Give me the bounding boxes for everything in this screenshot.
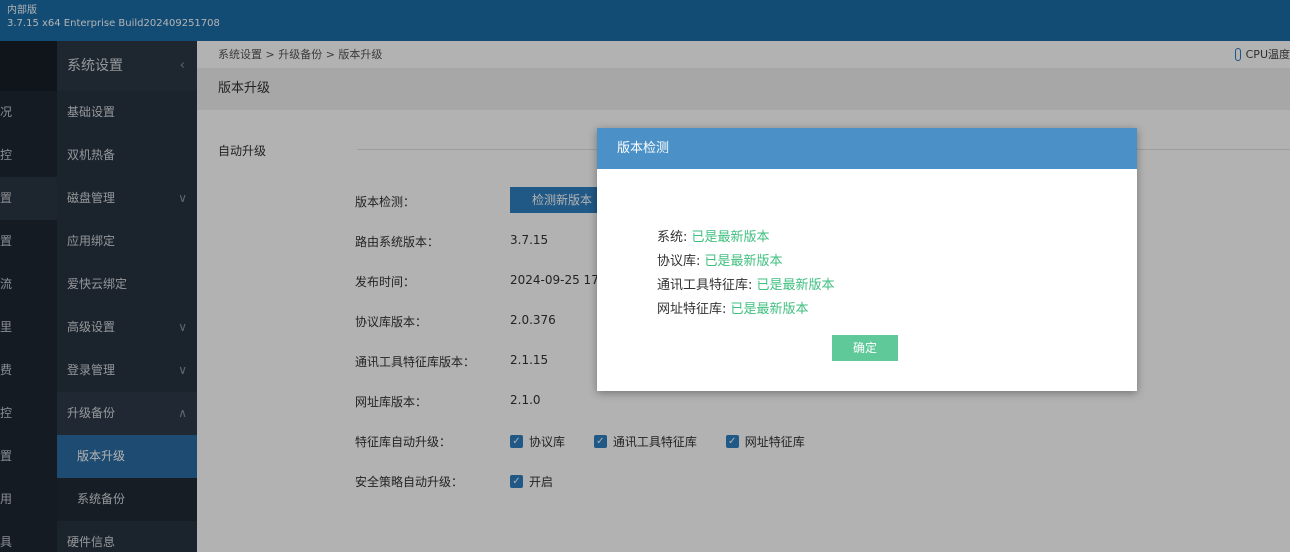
- version-check-dialog: 版本检测 系统: 已是最新版本 协议库: 已是最新版本 通讯工具特征库: 已是最…: [597, 128, 1137, 391]
- status-label: 通讯工具特征库:: [657, 278, 753, 293]
- dialog-status-line: 通讯工具特征库: 已是最新版本: [657, 274, 835, 298]
- status-value: 已是最新版本: [756, 278, 835, 293]
- dialog-status-line: 网址特征库: 已是最新版本: [657, 298, 835, 322]
- status-label: 系统:: [657, 230, 688, 245]
- dialog-status-line: 系统: 已是最新版本: [657, 226, 835, 250]
- dialog-body: 系统: 已是最新版本 协议库: 已是最新版本 通讯工具特征库: 已是最新版本 网…: [657, 226, 835, 322]
- dialog-status-line: 协议库: 已是最新版本: [657, 250, 835, 274]
- status-value: 已是最新版本: [691, 230, 770, 245]
- status-value: 已是最新版本: [730, 302, 809, 317]
- dialog-title: 版本检测: [597, 128, 1137, 169]
- status-label: 协议库:: [657, 254, 701, 269]
- status-label: 网址特征库:: [657, 302, 727, 317]
- confirm-button[interactable]: 确定: [832, 335, 898, 361]
- status-value: 已是最新版本: [704, 254, 783, 269]
